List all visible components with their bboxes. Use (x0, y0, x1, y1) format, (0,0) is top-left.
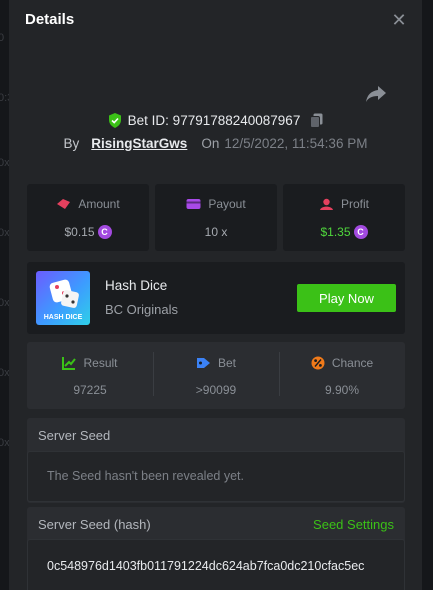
coin-icon: C (97, 225, 112, 239)
dice-value: 97225 (73, 383, 107, 397)
stat-card-payout: Payout 10 x (155, 184, 277, 251)
dice-col-chance: Chance 9.90% (279, 342, 405, 409)
dice-label: Result (83, 356, 118, 370)
stat-card-profit: Profit $1.35 C (283, 184, 405, 251)
dice-label: Bet (217, 356, 236, 370)
coin-icon: C (353, 225, 368, 239)
bet-id-row: Bet ID: 97791788240087967 (9, 110, 422, 130)
close-icon[interactable]: ✕ (389, 10, 409, 30)
game-thumb-label: HASH DICE (43, 314, 83, 321)
game-card: HASH DICE Hash Dice BC Originals Play No… (27, 262, 405, 334)
section-title: Server Seed (38, 428, 111, 443)
backdrop-text: 0 (0, 32, 5, 44)
on-label: On (201, 135, 220, 151)
username-link[interactable]: RisingStarGws (91, 136, 187, 151)
section-title: Server Seed (hash) (38, 517, 151, 532)
amount-icon (57, 199, 71, 209)
payout-icon (186, 199, 201, 209)
dice-label: Chance (331, 356, 374, 370)
stat-label: Amount (78, 197, 120, 211)
bet-author-row: By RisingStarGws On 12/5/2022, 11:54:36 … (9, 133, 422, 153)
shield-check-icon (108, 112, 121, 128)
stat-value: 10 x (204, 225, 228, 239)
server-seed-hash-value: 0c548976d1403fb011791224dc624ab7fca0dc21… (47, 559, 365, 573)
server-seed-hash-section: Server Seed (hash) Seed Settings 0c54897… (27, 507, 405, 590)
share-icon[interactable] (365, 83, 387, 103)
seed-settings-link[interactable]: Seed Settings (313, 517, 394, 532)
server-seed-box: The Seed hasn't been revealed yet. (27, 451, 405, 502)
game-thumbnail[interactable]: HASH DICE (36, 271, 90, 325)
game-name: Hash Dice (105, 278, 168, 293)
dice-col-result: Result 97225 (27, 342, 153, 409)
stat-label: Profit (340, 197, 369, 211)
stat-label: Payout (208, 197, 246, 211)
chance-icon (311, 356, 325, 370)
game-provider: BC Originals (105, 302, 178, 317)
stat-value: $1.35 (320, 225, 351, 239)
result-icon (62, 357, 77, 370)
bet-id: Bet ID: 97791788240087967 (127, 112, 301, 128)
server-seed-hash-box[interactable]: 0c548976d1403fb011791224dc624ab7fca0dc21… (27, 539, 405, 590)
bet-date: 12/5/2022, 11:54:36 PM (224, 135, 368, 151)
bet-tag-icon (196, 358, 210, 368)
server-seed-message: The Seed hasn't been revealed yet. (47, 469, 244, 483)
profit-icon (319, 198, 333, 210)
bet-stats: Amount $0.15 C Payout 10 x Profit $1.35 … (27, 184, 405, 251)
modal-header: Details ✕ (9, 0, 422, 44)
play-now-button[interactable]: Play Now (297, 284, 396, 312)
stat-value: $0.15 (64, 225, 95, 239)
copy-icon[interactable] (310, 113, 323, 128)
bet-details-modal: Details ✕ Bet ID: 97791788240087967 By R… (9, 0, 422, 590)
server-seed-section: Server Seed The Seed hasn't been reveale… (27, 418, 405, 503)
dice-col-bet: Bet >90099 (153, 342, 279, 409)
dice-value: 9.90% (324, 383, 360, 397)
dice-result-stats: Result 97225 Bet >90099 Chance 9.90% (27, 342, 405, 409)
dice-value: >90099 (195, 383, 237, 397)
stat-card-amount: Amount $0.15 C (27, 184, 149, 251)
by-label: By (63, 135, 80, 151)
modal-title: Details (25, 11, 75, 28)
